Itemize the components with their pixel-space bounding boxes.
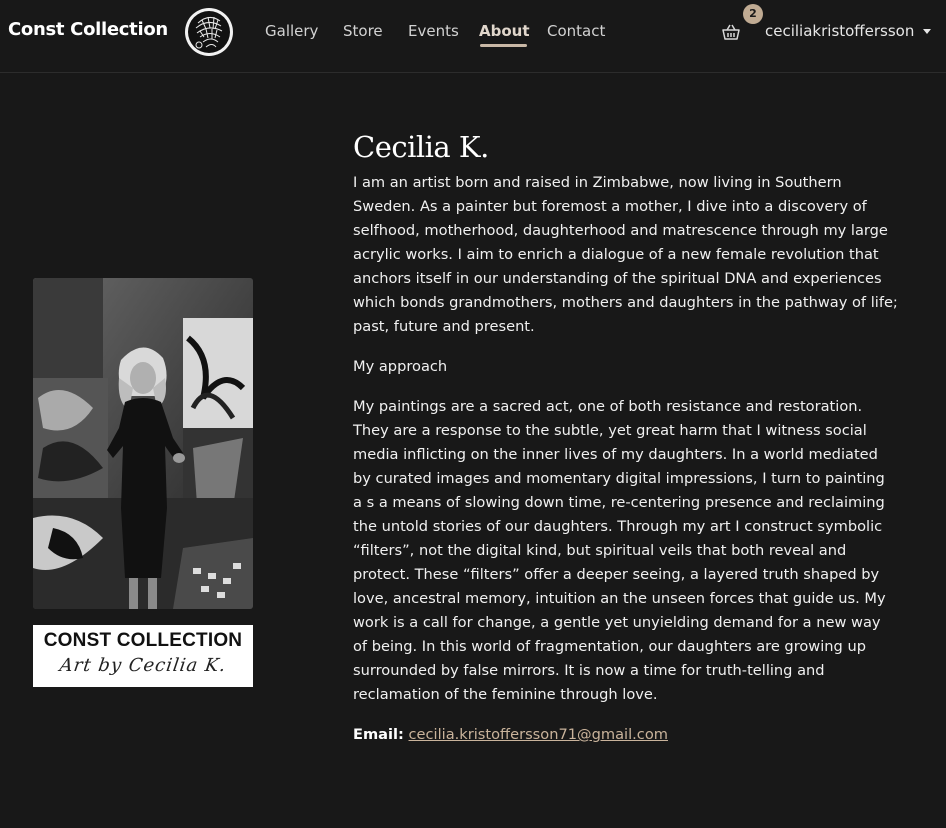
const-collection-logo-card: CONST COLLECTION Art by Cecilia K. (33, 625, 253, 687)
brand-logo-icon[interactable] (184, 7, 234, 57)
active-tab-indicator (480, 44, 527, 47)
approach-heading: My approach (353, 358, 448, 375)
brand-name[interactable]: Const Collection (8, 19, 168, 40)
email-label: Email: (353, 726, 404, 743)
top-navbar: Const Collection Gallery Store Events Ab… (0, 0, 946, 73)
nav-link-events[interactable]: Events (408, 22, 459, 40)
basket-icon[interactable] (721, 22, 741, 42)
email-link[interactable]: cecilia.kristoffersson71@gmail.com (409, 726, 668, 743)
logo-card-signature: Art by Cecilia K. (58, 655, 228, 676)
artist-portrait-photo (33, 278, 253, 609)
cart-count-badge: 2 (743, 4, 763, 24)
email-line: Email: cecilia.kristoffersson71@gmail.co… (353, 723, 898, 747)
user-menu-toggle[interactable]: ceciliakristoffersson (765, 22, 914, 40)
nav-link-gallery[interactable]: Gallery (265, 22, 318, 40)
nav-link-about[interactable]: About (479, 22, 530, 40)
logo-card-title: CONST COLLECTION (43, 630, 243, 651)
nav-link-contact[interactable]: Contact (547, 22, 605, 40)
nav-link-store[interactable]: Store (343, 22, 383, 40)
approach-paragraph: My paintings are a sacred act, one of bo… (353, 398, 886, 703)
bio-paragraph: I am an artist born and raised in Zimbab… (353, 174, 898, 335)
caret-down-icon[interactable] (923, 29, 931, 34)
artist-name-heading: Cecilia K. (353, 130, 489, 164)
about-content: Cecilia K. I am an artist born and raise… (353, 125, 898, 747)
